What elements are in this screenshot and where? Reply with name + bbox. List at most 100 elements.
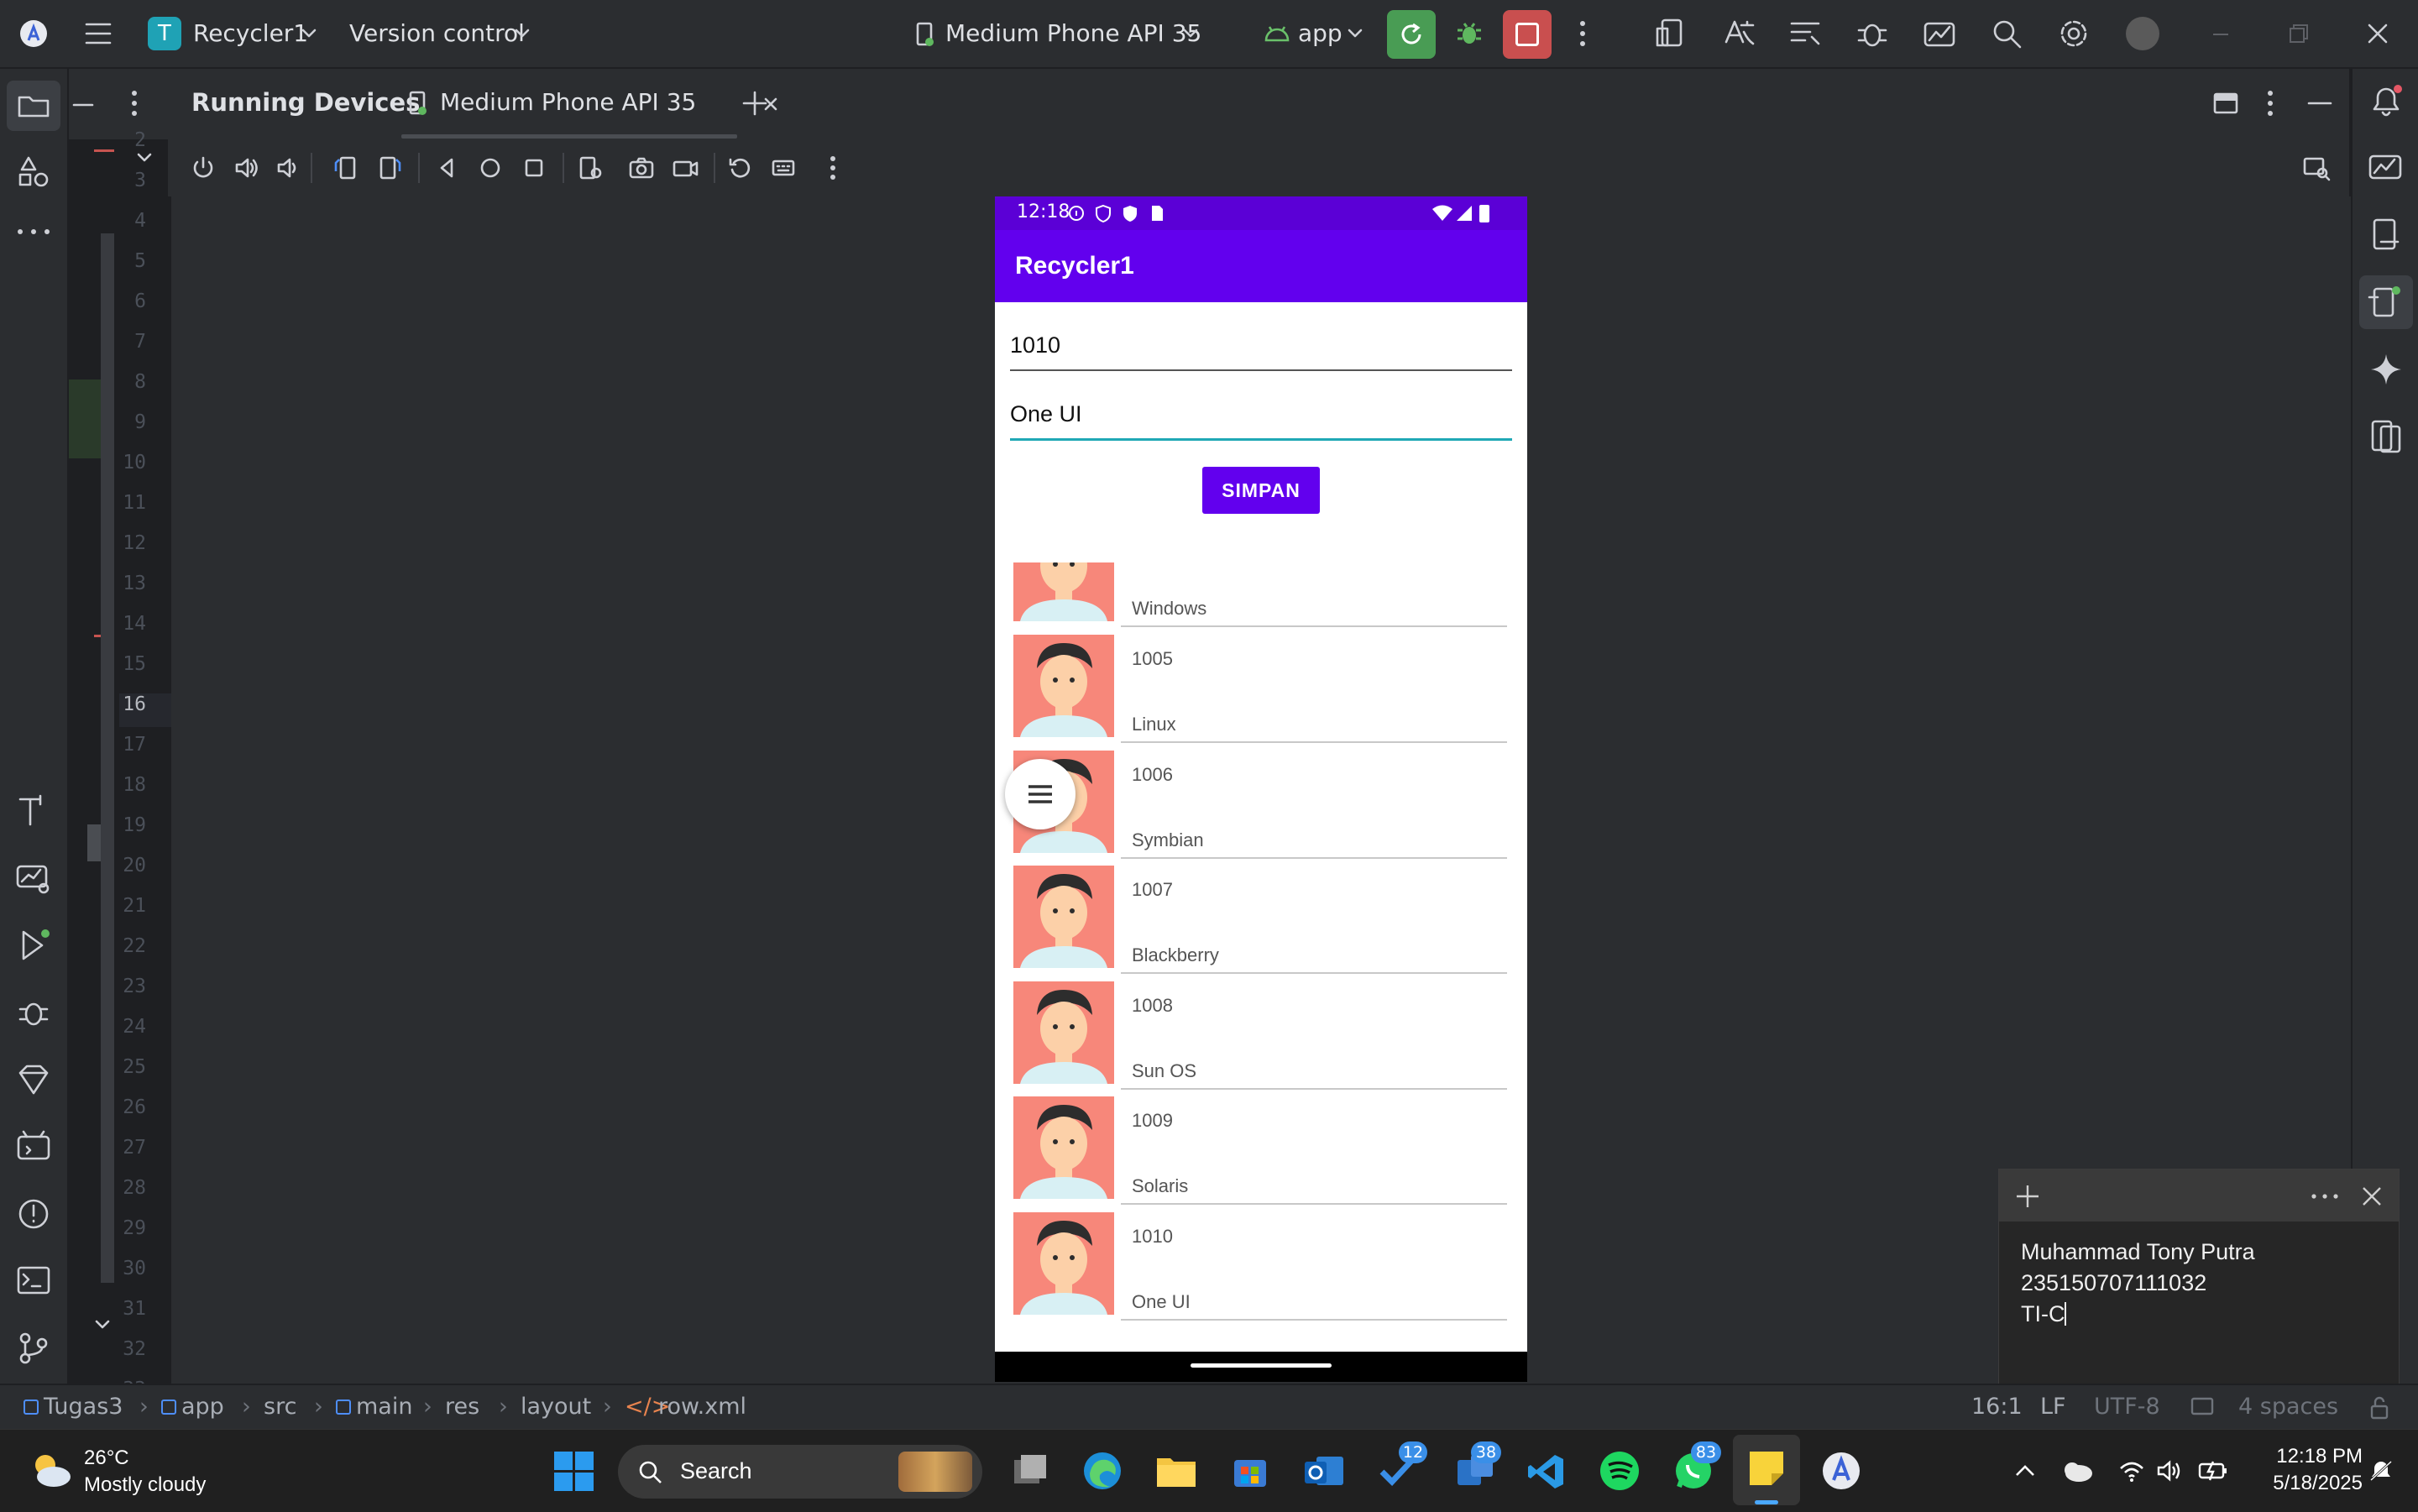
list-item[interactable]: 1006 Symbian <box>995 746 1527 860</box>
home-icon[interactable] <box>477 154 504 181</box>
indent-setting[interactable]: 4 spaces <box>2238 1385 2338 1429</box>
close-window-icon[interactable] <box>2363 18 2393 49</box>
notifications-bell-icon[interactable] <box>2368 82 2405 119</box>
file-encoding[interactable]: UTF-8 <box>2094 1385 2160 1429</box>
gesture-handle[interactable] <box>1191 1363 1332 1368</box>
version-control-widget[interactable]: Version control <box>349 0 525 67</box>
keyboard-input-icon[interactable] <box>771 154 798 181</box>
spotify-icon[interactable] <box>1599 1450 1641 1492</box>
add-tab-icon[interactable] <box>741 89 769 118</box>
wifi-tray-icon[interactable] <box>2117 1458 2146 1483</box>
task-view-icon[interactable] <box>1009 1452 1049 1492</box>
logcat-icon[interactable] <box>15 1128 52 1165</box>
running-devices-icon[interactable] <box>2359 275 2413 329</box>
battery-tray-icon[interactable] <box>2196 1458 2230 1483</box>
lock-icon[interactable] <box>2368 1395 2391 1420</box>
hide-panel-icon[interactable] <box>2305 89 2334 118</box>
taskbar-search-box[interactable]: Search <box>618 1445 982 1499</box>
layout-toggle-icon[interactable] <box>2211 89 2240 118</box>
terminal-icon[interactable] <box>15 1263 52 1300</box>
collapse-icon[interactable] <box>94 1318 111 1332</box>
volume-down-icon[interactable] <box>275 154 302 181</box>
breadcrumb-item[interactable]: Tugas3 <box>44 1385 123 1429</box>
panel-options-icon[interactable] <box>128 89 141 118</box>
search-icon[interactable] <box>1990 17 2023 50</box>
device-settings-icon[interactable] <box>576 154 603 181</box>
edge-browser-icon[interactable] <box>1081 1450 1123 1492</box>
android-studio-taskbar-icon[interactable] <box>1820 1450 1862 1492</box>
debug-icon[interactable] <box>1454 18 1484 49</box>
minimize-window-icon[interactable] <box>2206 20 2235 49</box>
apply-changes-button[interactable] <box>1387 10 1436 59</box>
list-item[interactable]: 1007 Blackberry <box>995 861 1527 975</box>
rotate-left-icon[interactable] <box>332 154 359 181</box>
comment-icon[interactable] <box>2190 1395 2215 1419</box>
sticky-notes-app-button[interactable] <box>1733 1435 1800 1505</box>
recycler-list[interactable]: 1004 Windows 1005 Linux 1006 Symbian 1007 Bla… <box>995 562 1527 1368</box>
id-input[interactable]: 1010 <box>1010 324 1512 371</box>
list-item[interactable]: 1009 Solaris <box>995 1091 1527 1206</box>
fold-icon[interactable] <box>136 151 153 165</box>
device-mirroring-icon[interactable] <box>2368 418 2405 455</box>
translate-icon[interactable] <box>1723 17 1756 50</box>
build-hammer-icon[interactable] <box>15 793 52 829</box>
more-actions-icon[interactable] <box>1575 18 1590 49</box>
show-hidden-icons[interactable] <box>2013 1460 2037 1480</box>
breadcrumb-item[interactable]: row.xml <box>658 1385 746 1429</box>
name-input[interactable]: One UI <box>1010 393 1512 441</box>
volume-tray-icon[interactable] <box>2156 1458 2185 1483</box>
breadcrumb-item[interactable]: layout <box>521 1385 591 1429</box>
reset-icon[interactable] <box>727 154 754 181</box>
power-icon[interactable] <box>190 154 217 181</box>
list-item[interactable]: 1004 Windows <box>995 562 1527 628</box>
vscode-icon[interactable] <box>1526 1452 1567 1492</box>
cursor-position[interactable]: 16:1 <box>1971 1385 2023 1429</box>
overview-icon[interactable] <box>521 154 547 181</box>
new-note-icon[interactable] <box>2014 1183 2041 1210</box>
line-separator[interactable]: LF <box>2040 1385 2066 1429</box>
breadcrumb-item[interactable]: main <box>356 1385 412 1429</box>
rotate-right-icon[interactable] <box>376 154 403 181</box>
device-explorer-icon[interactable] <box>2368 217 2405 254</box>
start-button[interactable] <box>554 1452 594 1492</box>
user-avatar[interactable] <box>2126 17 2159 50</box>
outlook-icon[interactable] <box>1303 1452 1345 1490</box>
file-explorer-icon[interactable] <box>1155 1452 1197 1490</box>
resource-manager-icon[interactable] <box>15 153 52 190</box>
stop-button[interactable] <box>1503 10 1552 59</box>
debug-bug-icon[interactable] <box>15 994 52 1031</box>
note-menu-icon[interactable] <box>2310 1193 2340 1200</box>
phone-screen[interactable]: 12:18 Recycler1 1010 One UI SIMPAN 1004 … <box>995 196 1527 1382</box>
git-icon[interactable] <box>15 1330 52 1367</box>
header-more-icon[interactable] <box>2264 89 2277 118</box>
list-item[interactable]: 1010 One UI <box>995 1207 1527 1321</box>
run-icon[interactable] <box>15 927 52 964</box>
sticky-note-text[interactable]: Muhammad Tony Putra 235150707111032 TI-C <box>2021 1237 2255 1330</box>
android-studio-logo[interactable] <box>20 20 47 47</box>
minimize-panel-icon[interactable] <box>71 92 96 118</box>
problems-icon[interactable] <box>15 1195 52 1232</box>
layout-inspector-icon[interactable] <box>1788 17 1822 50</box>
restore-window-icon[interactable] <box>2284 20 2312 49</box>
profiler-icon[interactable] <box>1923 17 1956 50</box>
device-selector[interactable]: Medium Phone API 35 <box>912 17 1207 50</box>
gemini-sparkle-icon[interactable] <box>2368 351 2405 388</box>
device-manager-icon[interactable] <box>1656 17 1689 50</box>
breadcrumb-item[interactable]: src <box>264 1385 296 1429</box>
clock[interactable]: 12:18 PM 5/18/2025 <box>2253 1443 2363 1502</box>
app-inspection-icon[interactable] <box>15 860 52 897</box>
notification-center-icon[interactable] <box>2368 1458 2396 1483</box>
simpan-button[interactable]: SIMPAN <box>1202 467 1320 514</box>
settings-gear-icon[interactable] <box>2057 17 2091 50</box>
screen-record-icon[interactable] <box>672 154 699 181</box>
onedrive-cloud-icon[interactable] <box>2060 1458 2094 1483</box>
run-config-selector[interactable]: app <box>1259 17 1369 50</box>
microsoft-store-icon[interactable] <box>1231 1452 1269 1490</box>
project-folder-icon[interactable] <box>7 81 60 131</box>
more-tools-icon[interactable] <box>15 223 52 240</box>
bug-report-icon[interactable] <box>1855 17 1889 50</box>
list-item[interactable]: 1005 Linux <box>995 630 1527 744</box>
volume-up-icon[interactable] <box>233 154 260 181</box>
main-menu-icon[interactable] <box>84 20 113 47</box>
floating-menu-button[interactable] <box>1005 759 1076 829</box>
